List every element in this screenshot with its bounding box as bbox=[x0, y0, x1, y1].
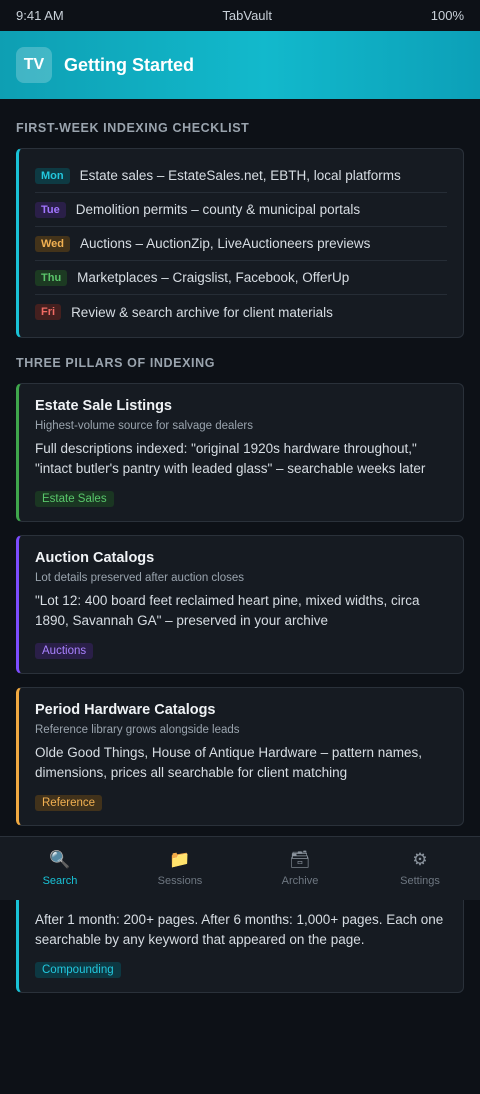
checklist-item-text: Estate sales – EstateSales.net, EBTH, lo… bbox=[79, 168, 401, 183]
tab-label: Archive bbox=[281, 875, 319, 887]
tab-archive[interactable]: 🗃 Archive bbox=[240, 849, 360, 887]
day-badge: Tue bbox=[35, 201, 66, 218]
tab-label: Sessions bbox=[157, 875, 203, 887]
card-body: Full descriptions indexed: "original 192… bbox=[35, 441, 426, 476]
category-tag: Compounding bbox=[35, 962, 121, 978]
pillar-card-reference[interactable]: Period Hardware Catalogs Reference libra… bbox=[16, 687, 464, 826]
bottom-tab-bar: 🔍 Search 📁 Sessions 🗃 Archive ⚙ Settings bbox=[0, 836, 480, 900]
archive-box-icon: 🗃 bbox=[289, 850, 311, 869]
tab-settings[interactable]: ⚙ Settings bbox=[360, 849, 480, 887]
card-subtitle: Lot details preserved after auction clos… bbox=[35, 572, 245, 584]
day-badge: Mon bbox=[35, 167, 70, 184]
checklist-item-mon[interactable]: Mon Estate sales – EstateSales.net, EBTH… bbox=[35, 159, 447, 193]
checklist-item-text: Demolition permits – county & municipal … bbox=[75, 202, 361, 217]
page-title: Getting Started bbox=[64, 54, 195, 75]
card-body: Olde Good Things, House of Antique Hardw… bbox=[35, 745, 422, 780]
card-body: "Lot 12: 400 board feet reclaimed heart … bbox=[35, 593, 420, 628]
app-logo: TV bbox=[16, 47, 52, 83]
status-bar: 9:41 AM TabVault 100% bbox=[0, 0, 480, 31]
app-header: TV Getting Started bbox=[0, 31, 480, 99]
checklist-card: Mon Estate sales – EstateSales.net, EBTH… bbox=[16, 148, 464, 338]
tab-sessions[interactable]: 📁 Sessions bbox=[120, 849, 240, 887]
day-badge: Thu bbox=[35, 269, 68, 286]
checklist-item-tue[interactable]: Tue Demolition permits – county & munici… bbox=[35, 193, 447, 227]
checklist-item-text: Marketplaces – Craigslist, Facebook, Off… bbox=[77, 270, 350, 285]
pillar-card-auctions[interactable]: Auction Catalogs Lot details preserved a… bbox=[16, 535, 464, 674]
pillars-section-title: THREE PILLARS OF INDEXING bbox=[16, 356, 216, 370]
tab-label: Settings bbox=[400, 875, 440, 887]
checklist-item-wed[interactable]: Wed Auctions – AuctionZip, LiveAuctionee… bbox=[35, 227, 447, 261]
pillar-card-estate-sales[interactable]: Estate Sale Listings Highest-volume sour… bbox=[16, 383, 464, 522]
checklist-item-text: Auctions – AuctionZip, LiveAuctioneers p… bbox=[80, 236, 371, 251]
tab-label: Search bbox=[42, 875, 78, 887]
day-badge: Fri bbox=[35, 304, 62, 320]
checklist-section-title: FIRST-WEEK INDEXING CHECKLIST bbox=[16, 121, 250, 135]
category-tag: Reference bbox=[35, 795, 103, 811]
status-battery: 100% bbox=[430, 8, 464, 23]
card-subtitle: Highest-volume source for salvage dealer… bbox=[35, 420, 253, 432]
status-app-name: TabVault bbox=[222, 8, 273, 23]
category-tag: Estate Sales bbox=[35, 491, 114, 507]
checklist-item-fri[interactable]: Fri Review & search archive for client m… bbox=[35, 295, 447, 329]
checklist-item-text: Review & search archive for client mater… bbox=[71, 304, 333, 320]
folder-icon: 📁 bbox=[169, 850, 191, 869]
search-icon: 🔍 bbox=[49, 850, 71, 869]
gear-icon: ⚙ bbox=[412, 850, 428, 869]
card-title: Auction Catalogs bbox=[35, 550, 155, 566]
checklist-item-thu[interactable]: Thu Marketplaces – Craigslist, Facebook,… bbox=[35, 261, 447, 295]
category-tag: Auctions bbox=[35, 643, 94, 659]
card-title: Period Hardware Catalogs bbox=[35, 702, 216, 718]
card-subtitle: Reference library grows alongside leads bbox=[35, 724, 240, 736]
card-title: Estate Sale Listings bbox=[35, 398, 172, 414]
status-time: 9:41 AM bbox=[16, 8, 64, 23]
day-badge: Wed bbox=[35, 235, 71, 252]
card-body: After 1 month: 200+ pages. After 6 month… bbox=[35, 912, 444, 947]
tab-search[interactable]: 🔍 Search bbox=[0, 849, 120, 887]
